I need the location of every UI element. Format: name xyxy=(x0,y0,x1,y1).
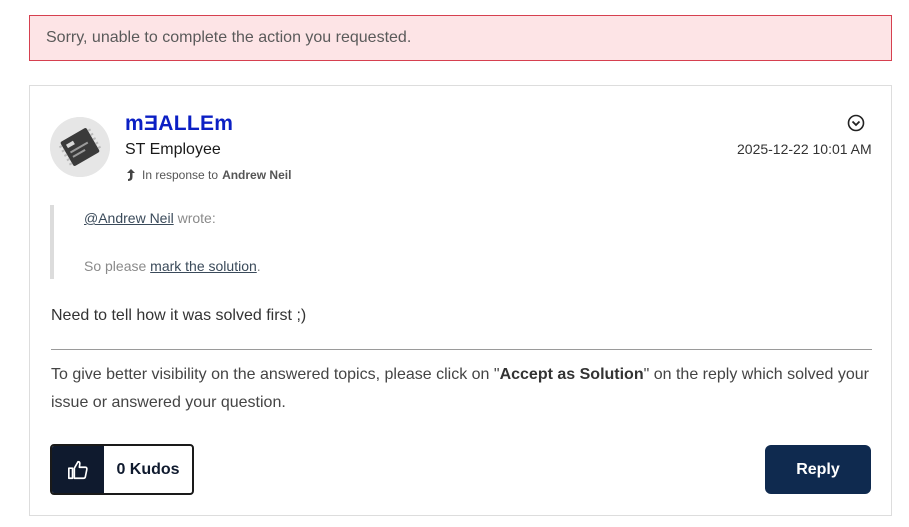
in-response-prefix: In response to xyxy=(142,168,219,182)
reply-button[interactable]: Reply xyxy=(765,445,871,494)
quote-wrote: wrote: xyxy=(177,210,216,226)
chevron-down-circle-icon[interactable] xyxy=(847,114,865,132)
quote-prefix: So please xyxy=(84,258,147,274)
signature-bold: Accept as Solution xyxy=(499,366,644,383)
kudos-button[interactable] xyxy=(52,446,104,493)
in-response-author-link[interactable]: Andrew Neil xyxy=(222,168,291,182)
post-signature: To give better visibility on the answere… xyxy=(51,361,881,417)
post-body: Need to tell how it was solved first ;) xyxy=(51,307,307,324)
alert-message: Sorry, unable to complete the action you… xyxy=(46,29,412,46)
mark-solution-link[interactable]: mark the solution xyxy=(150,258,257,274)
mention-link[interactable]: @Andrew Neil xyxy=(84,210,174,226)
error-alert: Sorry, unable to complete the action you… xyxy=(29,15,892,61)
in-response-to: In response to Andrew Neil xyxy=(125,168,291,182)
author-name[interactable]: mƎALLEm xyxy=(125,112,233,136)
signature-prefix: To give better visibility on the answere… xyxy=(51,366,500,383)
author-avatar[interactable] xyxy=(50,117,110,177)
arrow-up-icon xyxy=(127,169,135,181)
post-card: mƎALLEm ST Employee In response to Andre… xyxy=(29,85,892,516)
author-rank: ST Employee xyxy=(125,141,221,158)
post-timestamp: 2025-12-22 10:01 AM xyxy=(737,141,872,157)
kudos-widget: 0 Kudos xyxy=(50,444,194,495)
quote-suffix: . xyxy=(256,258,261,274)
quoted-reply: @Andrew Neil wrote: So please mark the s… xyxy=(50,205,450,279)
kudos-count[interactable]: 0 Kudos xyxy=(104,446,192,493)
signature-divider xyxy=(51,349,872,350)
thumbs-up-icon xyxy=(68,460,88,479)
